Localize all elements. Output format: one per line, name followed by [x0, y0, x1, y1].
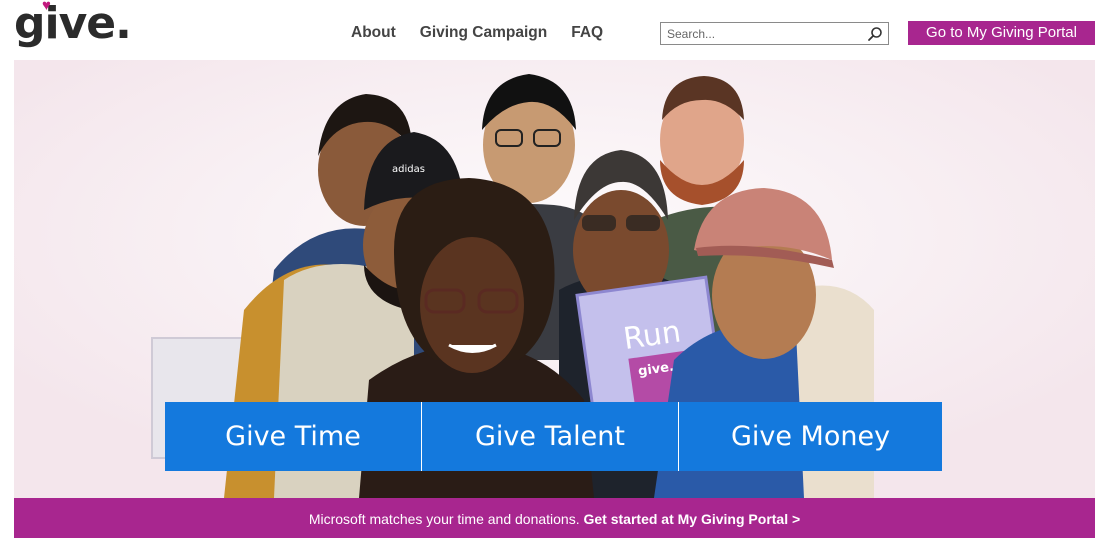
- nav-item-giving-campaign[interactable]: Giving Campaign: [420, 24, 547, 42]
- give-money-button[interactable]: Give Money: [679, 402, 942, 471]
- nav-item-faq[interactable]: FAQ: [571, 24, 603, 42]
- give-options: Give Time Give Talent Give Money: [165, 402, 944, 471]
- give-time-button[interactable]: Give Time: [165, 402, 422, 471]
- give-logo[interactable]: give. ♥: [14, 0, 132, 52]
- search-input[interactable]: [661, 23, 861, 44]
- hero-banner: adidas Run give. Give Time Give Talent G…: [14, 60, 1095, 498]
- promo-bar: Microsoft matches your time and donation…: [14, 498, 1095, 538]
- promo-text: Microsoft matches your time and donation…: [308, 511, 580, 527]
- main-nav: About Giving Campaign FAQ: [351, 24, 627, 42]
- promo-portal-link[interactable]: Get started at My Giving Portal >: [584, 511, 801, 527]
- nav-item-about[interactable]: About: [351, 24, 396, 42]
- heart-icon: ♥: [42, 0, 51, 14]
- logo-text: give.: [14, 0, 132, 49]
- site-header: give. ♥ About Giving Campaign FAQ Go to …: [0, 0, 1115, 60]
- go-to-portal-button[interactable]: Go to My Giving Portal: [908, 21, 1095, 45]
- search-box: [660, 22, 889, 45]
- cap-logo: adidas: [392, 164, 425, 175]
- search-icon[interactable]: [867, 26, 883, 42]
- give-talent-button[interactable]: Give Talent: [422, 402, 679, 471]
